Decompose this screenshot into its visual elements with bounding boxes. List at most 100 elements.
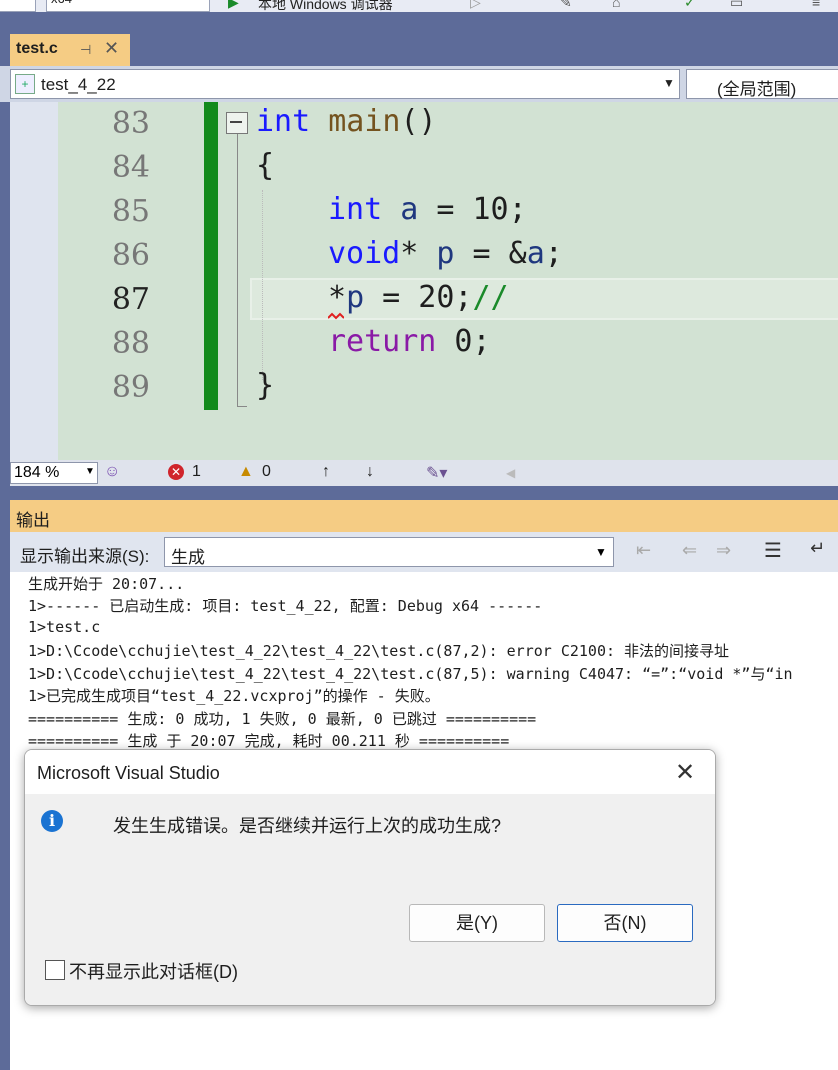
output-pane-title: 输出 <box>10 500 838 532</box>
find-message-icon[interactable]: ⇤ <box>636 540 651 561</box>
clear-all-icon[interactable]: ☰ <box>764 538 782 563</box>
config-combo[interactable] <box>0 0 36 12</box>
navigation-bar: + test_4_22 ▼ (全局范围) <box>0 66 838 102</box>
line-number: 83 <box>111 106 150 141</box>
fold-end <box>237 406 247 407</box>
keyword: int <box>256 104 311 139</box>
code-line-85[interactable]: int a = 10; <box>328 192 527 227</box>
chevron-down-icon[interactable]: ▼ <box>595 545 607 559</box>
platform-value: x64 <box>51 0 72 6</box>
info-icon: i <box>41 810 63 832</box>
code-text: () <box>400 104 437 139</box>
run-icon[interactable]: ▶ <box>228 0 239 11</box>
output-line: ========== 生成 于 20:07 完成, 耗时 00.211 秒 ==… <box>28 732 510 750</box>
line-number: 85 <box>111 194 150 229</box>
output-source-combo[interactable]: 生成 ▼ <box>164 537 614 567</box>
variable: a <box>526 236 545 271</box>
toolbar-check-icon[interactable]: ✓ <box>684 0 696 11</box>
dont-show-label[interactable]: 不再显示此对话框(D) <box>69 958 238 984</box>
line-number: 84 <box>111 150 150 185</box>
code-line-88[interactable]: return 0; <box>328 324 491 359</box>
variable: p <box>346 280 365 315</box>
dialog-message: 发生生成错误。是否继续并运行上次的成功生成? <box>113 816 502 836</box>
scope-combo[interactable]: (全局范围) <box>686 69 838 99</box>
tab-test-c[interactable]: test.c ⊣ ✕ <box>10 34 130 66</box>
collapse-icon[interactable] <box>226 112 248 134</box>
code-text: 0; <box>436 324 491 359</box>
arrow-up-icon[interactable]: ↑ <box>322 463 330 481</box>
warning-icon[interactable]: ▲ <box>238 463 254 481</box>
scroll-left-icon[interactable]: ◀ <box>506 466 515 480</box>
build-error-dialog: Microsoft Visual Studio ✕ i 发生生成错误。是否继续并… <box>24 749 716 1006</box>
toolbar-tool-icon[interactable]: ✎ <box>560 0 572 11</box>
output-line: ========== 生成: 0 成功, 1 失败, 0 最新, 0 已跳过 =… <box>28 710 537 728</box>
toolbar-menu-icon[interactable]: ≡ <box>812 0 820 10</box>
project-combo[interactable]: + test_4_22 ▼ <box>10 69 680 99</box>
chevron-down-icon[interactable]: ▼ <box>85 466 95 477</box>
zoom-value: 184 % <box>14 464 60 481</box>
line-number: 89 <box>111 370 150 405</box>
code-line-83[interactable]: int main() <box>256 104 437 139</box>
minus-icon <box>230 121 242 123</box>
code-line-87[interactable]: *p = 20;// <box>328 280 509 315</box>
pin-icon[interactable]: ⊣ <box>80 42 91 58</box>
output-line: 生成开始于 20:07... <box>28 575 185 593</box>
dont-show-checkbox[interactable] <box>45 960 65 980</box>
zoom-combo[interactable]: 184 % ▼ <box>10 462 98 484</box>
toolbar-window-icon[interactable]: ▭ <box>730 0 743 11</box>
output-line: 1>test.c <box>28 618 101 636</box>
keyword: int <box>328 192 383 227</box>
chevron-down-icon[interactable]: ▼ <box>663 76 675 90</box>
keyword: void <box>328 236 401 271</box>
error-count[interactable]: 1 <box>192 463 201 481</box>
code-text: * <box>400 236 419 271</box>
change-tracking-bar <box>204 102 218 410</box>
toolbar-tool-icon-2[interactable]: ⌂ <box>612 0 620 10</box>
output-line: 1>------ 已启动生成: 项目: test_4_22, 配置: Debug… <box>28 597 543 615</box>
warning-count[interactable]: 0 <box>262 463 271 481</box>
error-icon[interactable]: ✕ <box>168 464 184 480</box>
code-cleanup-icon[interactable]: ✎▾ <box>426 463 447 483</box>
intellicode-icon[interactable]: ☺ <box>104 463 120 481</box>
next-message-icon[interactable]: ⇒ <box>716 540 731 561</box>
code-text: { <box>256 148 275 183</box>
output-line: 1>已完成生成项目“test_4_22.vcxproj”的操作 - 失败。 <box>28 687 440 705</box>
output-source-value: 生成 <box>171 548 205 567</box>
run-without-debug-icon[interactable]: ▷ <box>470 0 481 11</box>
code-text: = 10; <box>418 192 527 227</box>
line-number-current: 87 <box>111 282 150 317</box>
code-text: = & <box>454 236 527 271</box>
output-source-label: 显示输出来源(S): <box>20 547 150 566</box>
word-wrap-icon[interactable]: ↵ <box>810 538 825 559</box>
output-line: 1>D:\Ccode\cchujie\test_4_22\test_4_22\t… <box>28 642 730 660</box>
platform-combo[interactable]: x64 <box>46 0 210 12</box>
line-number: 88 <box>111 326 150 361</box>
error-squiggle[interactable] <box>328 312 344 320</box>
arrow-down-icon[interactable]: ↓ <box>366 463 374 481</box>
variable: a <box>400 192 419 227</box>
tab-label: test.c <box>16 40 58 57</box>
previous-message-icon[interactable]: ⇐ <box>682 540 697 561</box>
code-line-86[interactable]: void* p = &a; <box>328 236 563 271</box>
editor-margin <box>10 102 58 460</box>
project-name: test_4_22 <box>41 75 116 94</box>
comment: // <box>472 280 509 315</box>
close-icon[interactable]: ✕ <box>104 38 119 59</box>
dialog-body: i 发生生成错误。是否继续并运行上次的成功生成? 是(Y) 否(N) 不再显示此… <box>25 794 715 1005</box>
yes-button[interactable]: 是(Y) <box>409 904 545 942</box>
left-edge <box>0 102 10 1070</box>
dialog-header: Microsoft Visual Studio ✕ <box>25 750 715 794</box>
project-icon: + <box>15 74 35 94</box>
no-button[interactable]: 否(N) <box>557 904 693 942</box>
editor-status-bar: 184 % ▼ ☺ ✕ 1 ▲ 0 ↑ ↓ ✎▾ ◀ <box>10 460 838 486</box>
code-line-84[interactable]: { <box>256 148 274 183</box>
code-line-89[interactable]: } <box>256 368 274 403</box>
variable: p <box>436 236 455 271</box>
code-text: ; <box>544 236 563 271</box>
keyword: return <box>328 324 437 359</box>
code-text: } <box>256 368 275 403</box>
dialog-title: Microsoft Visual Studio <box>37 763 220 783</box>
close-icon[interactable]: ✕ <box>675 758 695 787</box>
line-number: 86 <box>111 238 150 273</box>
output-toolbar: 显示输出来源(S): 生成 ▼ ⇤ ⇐ ⇒ ☰ ↵ <box>10 532 838 572</box>
